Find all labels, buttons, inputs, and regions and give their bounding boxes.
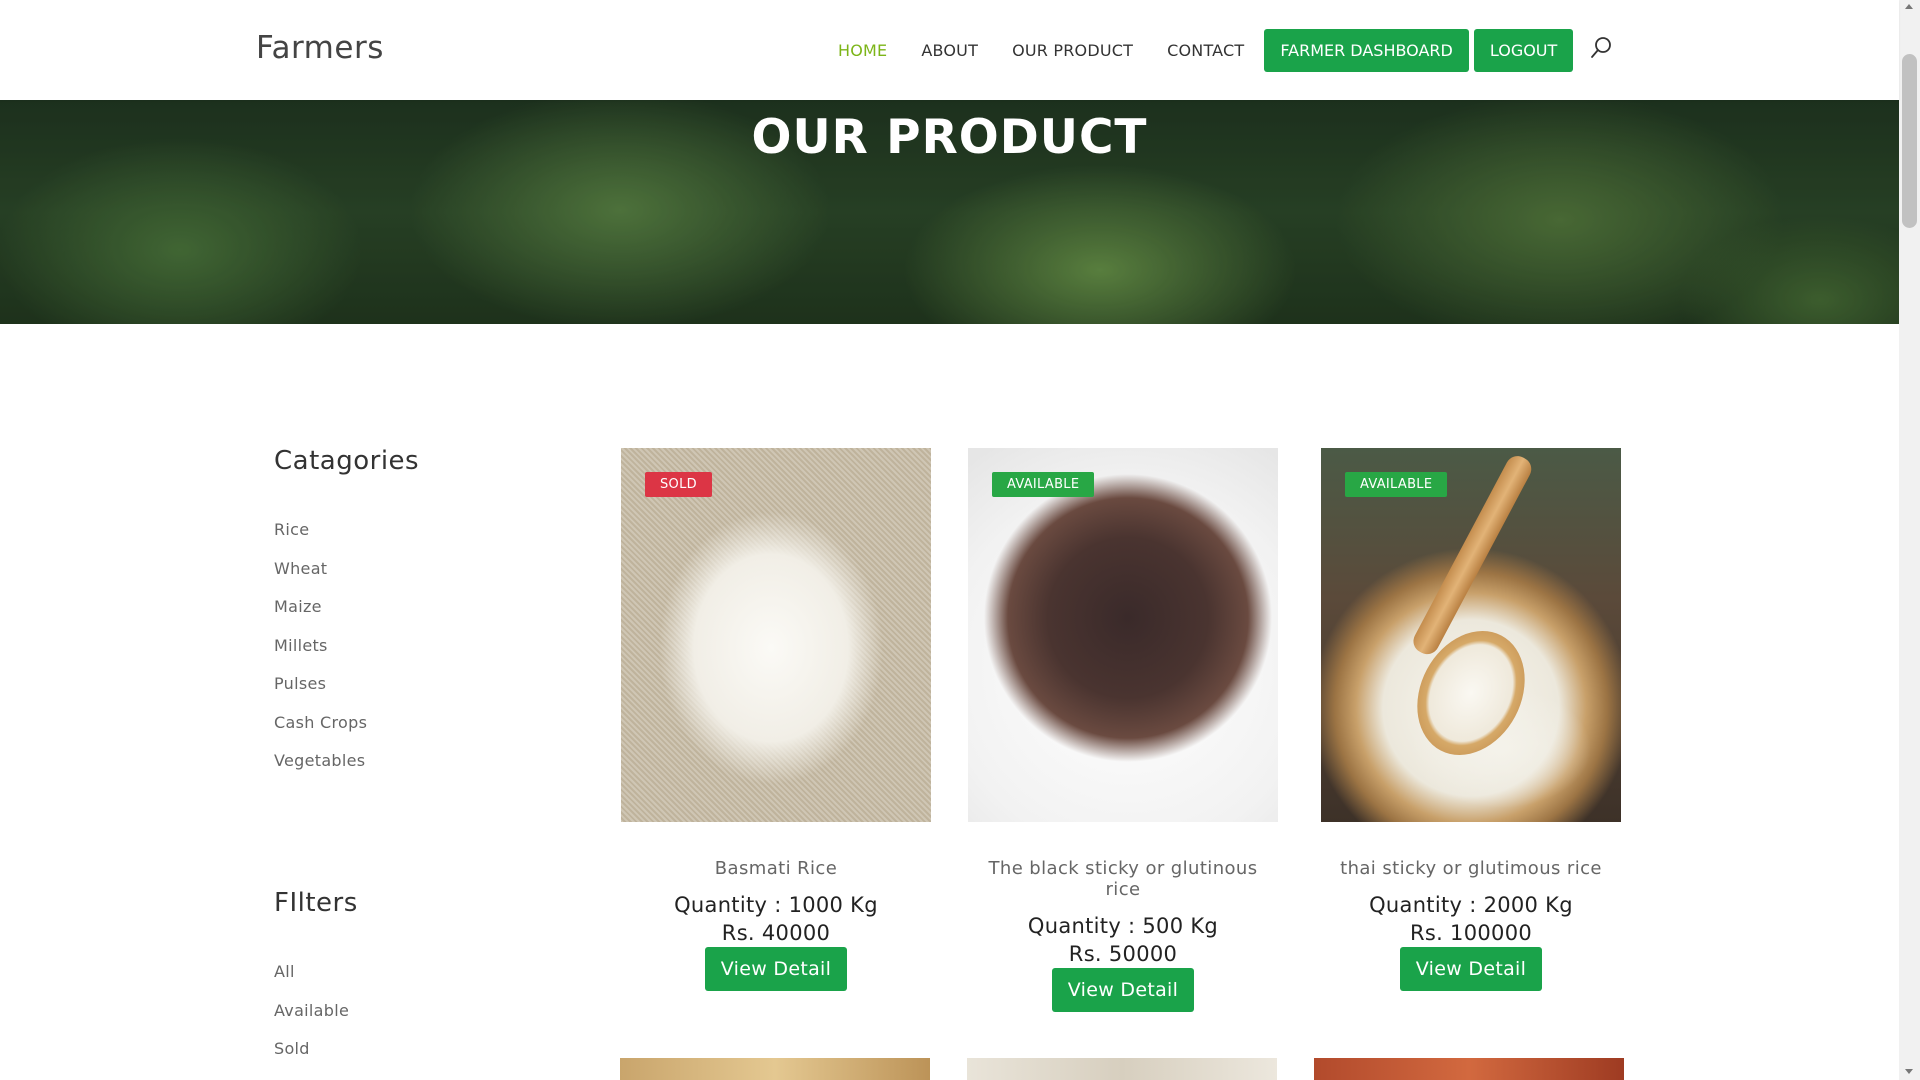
- view-detail-button[interactable]: View Detail: [1051, 968, 1195, 1012]
- filter-sold[interactable]: Sold: [274, 1039, 574, 1078]
- status-badge: AVAILABLE: [1345, 472, 1448, 497]
- product-card: AVAILABLE The black sticky or glutinous …: [968, 448, 1278, 1012]
- page-scrollbar[interactable]: [1899, 0, 1920, 1080]
- categories-title: Catagories: [274, 446, 420, 476]
- category-pulses[interactable]: Pulses: [274, 674, 574, 713]
- product-image-next-row[interactable]: [1314, 1058, 1624, 1080]
- filter-available[interactable]: Available: [274, 1001, 574, 1040]
- product-image-next-row[interactable]: [620, 1058, 930, 1080]
- category-maize[interactable]: Maize: [274, 597, 574, 636]
- category-wheat[interactable]: Wheat: [274, 559, 574, 598]
- scroll-down-arrow-icon[interactable]: [1905, 1069, 1913, 1074]
- nav-contact[interactable]: CONTACT: [1167, 41, 1244, 60]
- product-price: Rs. 40000: [721, 921, 831, 945]
- product-card: AVAILABLE thai sticky or glutimous rice …: [1321, 448, 1621, 991]
- farmer-dashboard-button[interactable]: FARMER DASHBOARD: [1264, 28, 1469, 72]
- main-nav: HOME ABOUT OUR PRODUCT CONTACT FARMER DA…: [838, 28, 1574, 72]
- product-card: SOLD Basmati Rice Quantity : 1000 Kg Rs.…: [621, 448, 931, 991]
- filters-title: FIlters: [274, 888, 358, 918]
- logout-button[interactable]: LOGOUT: [1473, 28, 1574, 72]
- product-price: Rs. 50000: [1068, 942, 1178, 966]
- filter-all[interactable]: All: [274, 962, 574, 1001]
- status-badge: AVAILABLE: [992, 472, 1095, 497]
- product-name: thai sticky or glutimous rice: [1340, 858, 1602, 879]
- category-vegetables[interactable]: Vegetables: [274, 751, 574, 790]
- category-millets[interactable]: Millets: [274, 636, 574, 675]
- product-image[interactable]: AVAILABLE: [968, 448, 1278, 822]
- scroll-up-arrow-icon[interactable]: [1905, 4, 1913, 9]
- view-detail-button[interactable]: View Detail: [704, 947, 848, 991]
- product-image[interactable]: SOLD: [621, 448, 931, 822]
- product-name: Basmati Rice: [714, 858, 838, 879]
- nav-about[interactable]: ABOUT: [921, 41, 978, 60]
- site-header: Farmers HOME ABOUT OUR PRODUCT CONTACT F…: [0, 0, 1899, 100]
- category-cash-crops[interactable]: Cash Crops: [274, 713, 574, 752]
- filters-panel: FIlters All Available Sold: [274, 888, 574, 1078]
- status-badge: SOLD: [645, 472, 712, 497]
- category-rice[interactable]: Rice: [274, 520, 574, 559]
- product-quantity: Quantity : 500 Kg: [1027, 914, 1219, 938]
- scroll-thumb[interactable]: [1902, 54, 1917, 228]
- product-quantity: Quantity : 2000 Kg: [1369, 893, 1573, 917]
- page-title: OUR PRODUCT: [751, 110, 1148, 165]
- hero-banner: OUR PRODUCT: [0, 100, 1899, 324]
- nav-our-product[interactable]: OUR PRODUCT: [1012, 41, 1133, 60]
- product-price: Rs. 100000: [1409, 921, 1533, 945]
- view-detail-button[interactable]: View Detail: [1399, 947, 1543, 991]
- product-name: The black sticky or glutinous rice: [988, 858, 1258, 900]
- search-icon[interactable]: [1590, 36, 1614, 60]
- product-quantity: Quantity : 1000 Kg: [674, 893, 878, 917]
- product-image[interactable]: AVAILABLE: [1321, 448, 1621, 822]
- brand-logo[interactable]: Farmers: [256, 30, 384, 66]
- categories-panel: Catagories Rice Wheat Maize Millets Puls…: [274, 446, 574, 790]
- nav-home[interactable]: HOME: [838, 41, 887, 60]
- product-image-next-row[interactable]: [967, 1058, 1277, 1080]
